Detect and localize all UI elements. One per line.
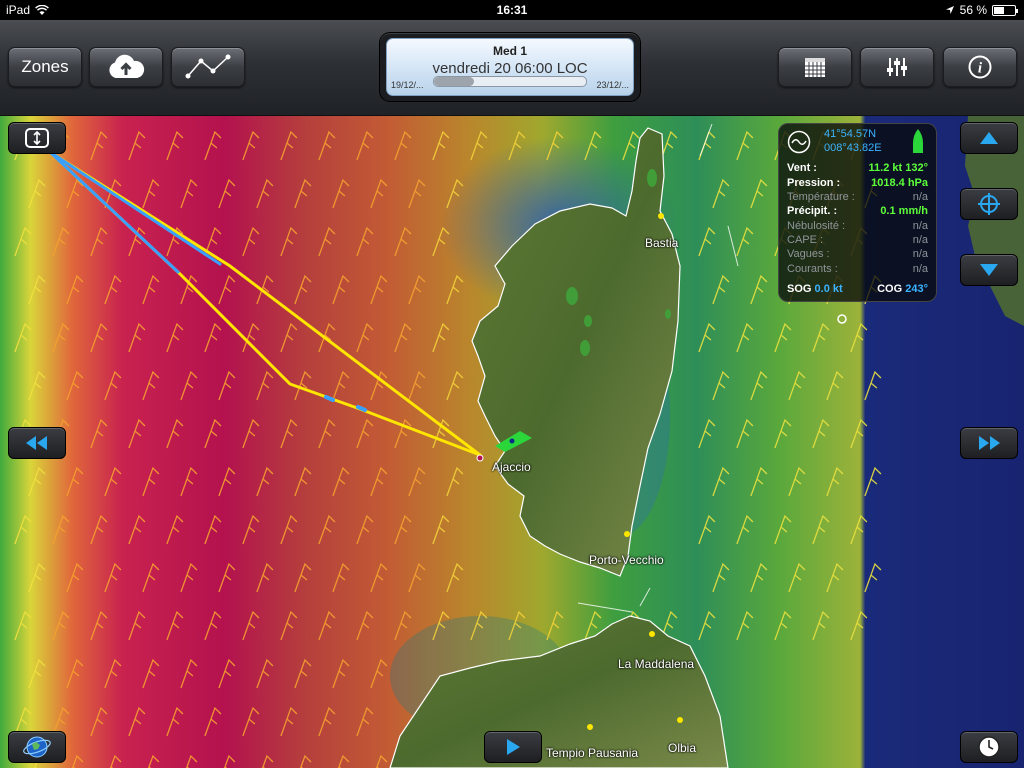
- boat-icon: [913, 129, 923, 153]
- place-label: La Maddalena: [618, 657, 695, 671]
- svg-text:i: i: [978, 61, 983, 77]
- info-row: Courants : n/a: [787, 263, 928, 275]
- info-row: Température : n/a: [787, 191, 928, 203]
- scroll-up-button[interactable]: [960, 122, 1018, 154]
- fast-forward-icon: [979, 436, 1000, 450]
- play-icon: [507, 739, 520, 755]
- time-slider-fill: [434, 77, 474, 86]
- route-button[interactable]: [171, 47, 245, 87]
- wave-icon[interactable]: [787, 130, 811, 154]
- model-title: Med 1: [492, 44, 527, 58]
- clock-icon: [978, 736, 1000, 758]
- cog-label: COG: [877, 283, 903, 295]
- calendar-icon: [805, 58, 825, 77]
- info-row: CAPE : n/a: [787, 234, 928, 246]
- play-button[interactable]: [484, 731, 542, 763]
- triangle-up-icon: [980, 132, 998, 144]
- sliders-icon: [887, 58, 907, 76]
- cog-value: 243°: [905, 283, 928, 295]
- info-row: Précipit. :0.1 mm/h: [787, 205, 928, 217]
- battery-icon: [992, 4, 1018, 16]
- settings-button[interactable]: [860, 47, 934, 87]
- scroll-down-button[interactable]: [960, 254, 1018, 286]
- place-label: Bastia: [645, 236, 679, 250]
- place-label: Olbia: [668, 741, 697, 755]
- globe-icon: [23, 736, 51, 758]
- battery-percent: 56 %: [959, 3, 987, 17]
- rewind-icon: [26, 436, 47, 450]
- sog-label: SOG: [787, 283, 812, 295]
- info-icon: i: [968, 55, 992, 79]
- zones-label: Zones: [21, 57, 69, 76]
- route-polyline-icon: [185, 54, 231, 79]
- globe-button[interactable]: [8, 731, 66, 763]
- info-row: Nébulosité : n/a: [787, 220, 928, 232]
- info-panel: 41°54.57N 008°43.82E Vent :11.2 kt 132° …: [778, 123, 937, 302]
- expand-vertical-icon: [25, 128, 49, 148]
- toolbar: Zones Med 1 vendredi 20 06:00 LOC 19/12/…: [0, 20, 1024, 116]
- upload-button[interactable]: [89, 47, 163, 87]
- triangle-down-icon: [980, 264, 998, 276]
- info-row: Pression :1018.4 hPa: [787, 177, 928, 189]
- latitude: 41°54.57N: [824, 128, 877, 140]
- center-position-button[interactable]: [960, 188, 1018, 220]
- status-time: 16:31: [496, 3, 528, 17]
- crosshair-icon: [978, 193, 1000, 215]
- status-bar: iPad 16:31 56 %: [0, 0, 1024, 20]
- info-row: Vagues : n/a: [787, 248, 928, 260]
- place-label: Ajaccio: [492, 460, 531, 474]
- cloud-upload-icon: [109, 54, 145, 78]
- longitude: 008°43.82E: [824, 142, 882, 154]
- sog-value: 0.0 kt: [814, 283, 843, 295]
- expand-button[interactable]: [8, 122, 66, 154]
- rewind-button[interactable]: [8, 427, 66, 459]
- range-end: 23/12/...: [596, 80, 629, 90]
- time-slider[interactable]: [433, 76, 587, 87]
- sog-cog-row: SOG 0.0 kt COG 243°: [787, 283, 928, 295]
- calendar-button[interactable]: [778, 47, 852, 87]
- place-label: Tempio Pausania: [546, 746, 639, 760]
- zones-button[interactable]: Zones: [8, 47, 82, 87]
- info-row: Vent :11.2 kt 132°: [787, 162, 928, 174]
- info-button[interactable]: i: [943, 47, 1017, 87]
- range-start: 19/12/...: [391, 80, 424, 90]
- forecast-date: vendredi 20 06:00 LOC: [432, 60, 588, 77]
- clock-button[interactable]: [960, 731, 1018, 763]
- place-label: Porto-Vecchio: [589, 553, 664, 567]
- location-arrow-icon: [945, 6, 954, 14]
- time-selector[interactable]: Med 1 vendredi 20 06:00 LOC 19/12/... 23…: [380, 33, 640, 101]
- fast-forward-button[interactable]: [960, 427, 1018, 459]
